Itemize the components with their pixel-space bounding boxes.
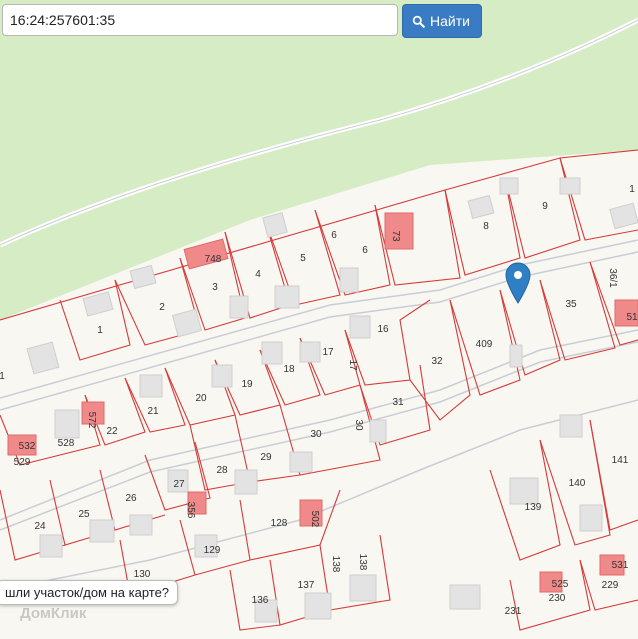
plot-label: 17: [322, 347, 334, 358]
plot-label: 4: [255, 269, 261, 280]
plot-label: 21: [147, 406, 159, 417]
plot-label: 18: [283, 364, 295, 375]
plot-label: 130: [134, 569, 151, 580]
plot-label: 128: [271, 518, 288, 529]
plot-label: 748: [205, 254, 222, 265]
plot-label: 230: [549, 593, 566, 604]
plot-label: 19: [241, 379, 253, 390]
plot-label: 16: [377, 324, 389, 335]
plot-label: 9: [542, 201, 548, 212]
map-pin-icon[interactable]: [505, 262, 531, 304]
plot-label: 27: [173, 479, 185, 490]
plot-label: 231: [505, 606, 522, 617]
search-button-label: Найти: [430, 13, 470, 29]
plot-label: 525: [552, 579, 569, 590]
plot-label: 31: [392, 397, 404, 408]
plot-label: 20: [195, 393, 207, 404]
plot-label: 502: [309, 511, 320, 528]
plot-label: 73: [390, 230, 401, 242]
plot-label: 138: [330, 556, 341, 573]
plot-label: 32: [431, 356, 443, 367]
plot-label: 572: [86, 412, 97, 429]
plot-label: 30: [310, 429, 322, 440]
plot-label: 138: [357, 554, 368, 571]
cadastral-map[interactable]: 1 2 3 4 5 6 6 73 8 9 1 748 16 17 17 18 19 20 21 22 572 528 532…: [0, 0, 638, 639]
plot-label: 26: [125, 493, 137, 504]
plot-label: 137: [298, 580, 315, 591]
plot-label: 29: [260, 452, 272, 463]
plot-label: 5: [300, 253, 306, 264]
search-input[interactable]: [2, 4, 398, 36]
plot-label: 528: [58, 438, 75, 449]
plot-label: 6: [331, 230, 337, 241]
plot-label: 1: [97, 325, 103, 336]
plot-label: 129: [204, 545, 221, 556]
plot-label: 8: [483, 221, 489, 232]
plot-label: 6: [362, 245, 368, 256]
plot-label: 229: [602, 580, 619, 591]
search-bar: Найти: [2, 4, 482, 38]
plot-label: 22: [106, 426, 118, 437]
search-icon: [412, 15, 425, 28]
tooltip-text: шли участок/дом на карте?: [5, 585, 170, 600]
plot-label: 3: [212, 282, 218, 293]
plot-label: 36/1: [607, 268, 618, 288]
plot-label: 30: [353, 419, 364, 431]
plot-label: 1: [629, 184, 635, 195]
plot-label: 1: [0, 371, 5, 382]
plot-label: 356: [185, 502, 196, 519]
plot-label: 51: [626, 312, 638, 323]
map-tooltip[interactable]: шли участок/дом на карте?: [0, 580, 179, 605]
plot-label: 139: [525, 502, 542, 513]
plot-label: 28: [216, 465, 228, 476]
plot-label: 529: [14, 457, 31, 468]
plot-label: 409: [476, 339, 493, 350]
watermark-logo: ДомКлик: [20, 605, 87, 622]
plot-label: 24: [34, 521, 46, 532]
plot-label: 141: [612, 455, 629, 466]
plot-label: 17: [347, 359, 358, 371]
plot-label: 531: [612, 560, 629, 571]
plot-label: 25: [78, 509, 90, 520]
plot-label: 35: [565, 299, 577, 310]
search-button[interactable]: Найти: [402, 4, 482, 38]
plot-label: 136: [252, 595, 269, 606]
plot-label: 140: [569, 478, 586, 489]
plot-label: 532: [19, 441, 36, 452]
plot-label: 2: [159, 302, 165, 313]
